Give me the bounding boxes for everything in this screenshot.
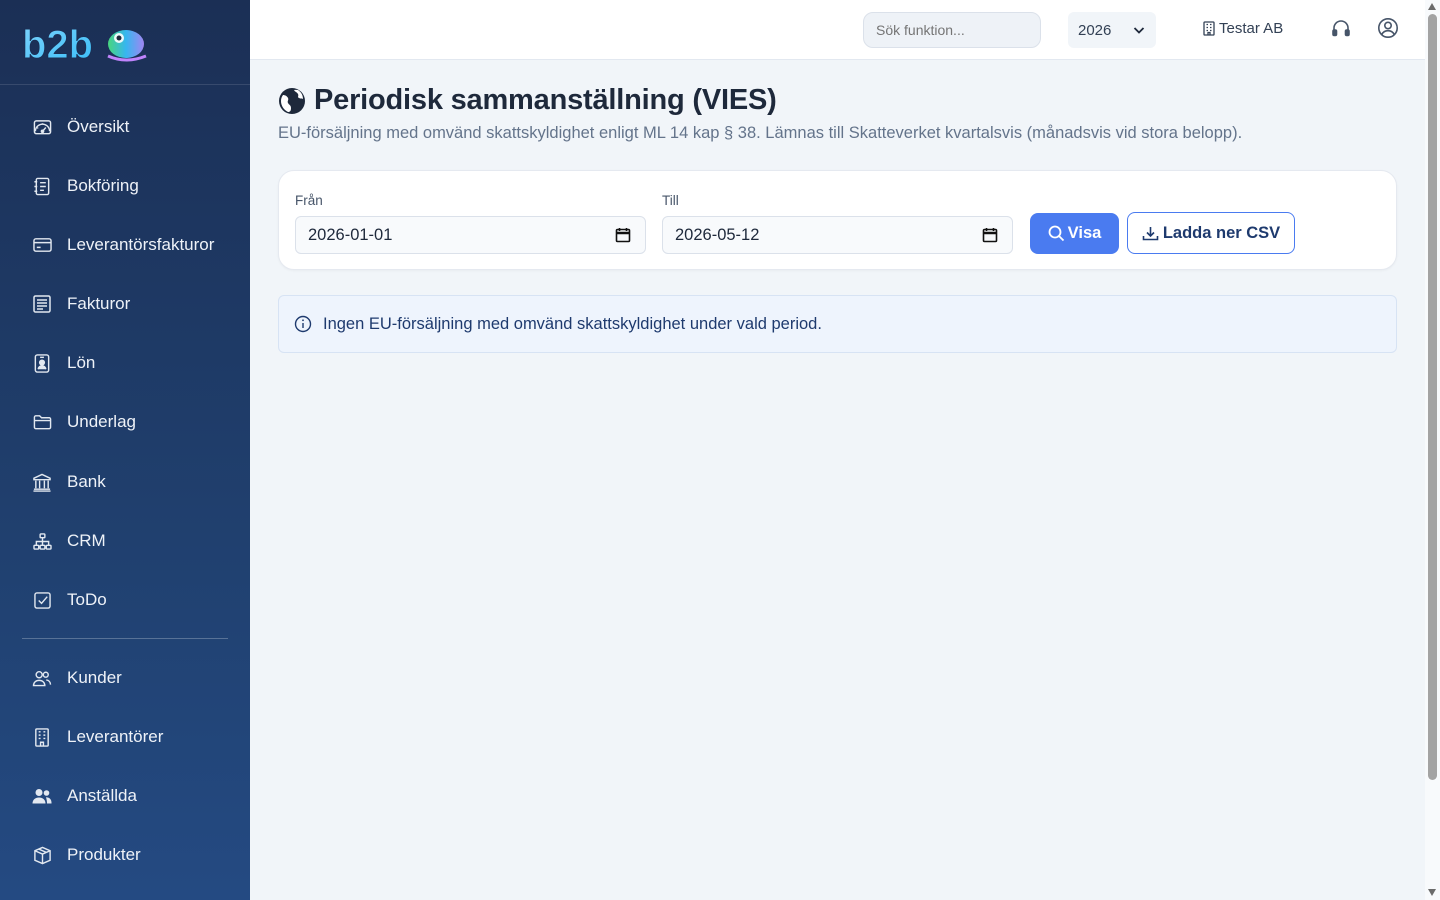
- sidebar-item-produkter[interactable]: Produkter: [0, 833, 250, 877]
- sidebar-item-label: Leverantörsfakturor: [67, 235, 215, 254]
- svg-text:b2b: b2b: [22, 23, 93, 64]
- headset-icon[interactable]: [1330, 18, 1352, 40]
- company-name: Testar AB: [1219, 20, 1284, 37]
- to-date-value: 2026-05-12: [675, 226, 760, 244]
- sidebar-item-label: CRM: [67, 531, 106, 550]
- chevron-down-icon: [1133, 27, 1145, 34]
- box-icon: [32, 845, 52, 865]
- people-fill-icon: [32, 786, 52, 806]
- dashboard-gauge-icon: [32, 117, 52, 137]
- sidebar-item-label: Översikt: [67, 117, 130, 136]
- sidebar-item-label: Produkter: [67, 845, 141, 864]
- from-date-input[interactable]: 2026-01-01: [295, 216, 646, 254]
- sidebar-item-bank[interactable]: Bank: [0, 460, 250, 504]
- sidebar-item-label: Leverantörer: [67, 727, 164, 746]
- sidebar-item-label: Lön: [67, 353, 96, 372]
- sidebar-item-label: Underlag: [67, 412, 136, 431]
- page-header: Periodisk sammanställning (VIES): [278, 84, 777, 117]
- building-icon: [1203, 21, 1215, 36]
- person-badge-icon: [32, 353, 52, 373]
- sidebar-item-oversikt[interactable]: Översikt: [0, 105, 250, 149]
- globe-icon: [279, 87, 305, 114]
- calendar-icon[interactable]: [615, 227, 631, 243]
- sidebar-item-lon[interactable]: Lön: [0, 341, 250, 385]
- check-square-icon: [32, 590, 52, 610]
- sidebar: b2b Översikt Bokföring Leverantörsfaktur…: [0, 0, 250, 900]
- scroll-thumb[interactable]: [1428, 14, 1437, 780]
- year-select[interactable]: 2026: [1068, 12, 1156, 48]
- sidebar-item-label: Bokföring: [67, 176, 139, 195]
- sidebar-item-crm[interactable]: CRM: [0, 519, 250, 563]
- download-icon: [1142, 226, 1159, 240]
- to-date-label: Till: [662, 193, 679, 208]
- show-button-label: Visa: [1067, 224, 1102, 242]
- to-date-input[interactable]: 2026-05-12: [662, 216, 1013, 254]
- sidebar-item-leverantorsfakturor[interactable]: Leverantörsfakturor: [0, 223, 250, 267]
- company-switcher[interactable]: Testar AB: [1203, 20, 1283, 37]
- topbar: 2026 Testar AB: [250, 0, 1425, 60]
- page-title: Periodisk sammanställning (VIES): [314, 84, 777, 116]
- sidebar-item-bokforing[interactable]: Bokföring: [0, 164, 250, 208]
- sidebar-item-label: Kunder: [67, 668, 122, 687]
- user-account-icon[interactable]: [1377, 17, 1399, 39]
- sidebar-divider: [22, 638, 228, 639]
- scrollbar[interactable]: [1425, 0, 1440, 900]
- search-icon: [1048, 225, 1064, 242]
- scroll-down-arrow-icon[interactable]: [1428, 889, 1436, 896]
- building-icon: [32, 727, 52, 747]
- logo-area: b2b: [0, 0, 250, 85]
- sidebar-item-anstallda[interactable]: Anställda: [0, 774, 250, 818]
- download-csv-label: Ladda ner CSV: [1162, 223, 1281, 242]
- sidebar-item-label: Bank: [67, 472, 106, 491]
- info-alert: Ingen EU-försäljning med omvänd skattsky…: [278, 295, 1397, 353]
- sidebar-item-todo[interactable]: ToDo: [0, 578, 250, 622]
- invoice-icon: [32, 294, 52, 314]
- sidebar-item-fakturor[interactable]: Fakturor: [0, 282, 250, 326]
- sidebar-item-label: ToDo: [67, 590, 107, 609]
- show-button[interactable]: Visa: [1030, 213, 1119, 254]
- sidebar-item-kunder[interactable]: Kunder: [0, 656, 250, 700]
- people-icon: [32, 668, 52, 688]
- diagram-icon: [32, 531, 52, 551]
- bank-icon: [32, 472, 52, 492]
- journal-icon: [32, 176, 52, 196]
- sidebar-item-underlag[interactable]: Underlag: [0, 400, 250, 444]
- info-circle-icon: [294, 315, 312, 333]
- sidebar-item-label: Anställda: [67, 786, 137, 805]
- page-subtitle: EU-försäljning med omvänd skattskyldighe…: [278, 124, 1243, 142]
- from-date-label: Från: [295, 193, 323, 208]
- scroll-up-arrow-icon[interactable]: [1428, 3, 1436, 10]
- folder-icon: [32, 412, 52, 432]
- credit-card-icon: [32, 235, 52, 255]
- download-csv-button[interactable]: Ladda ner CSV: [1127, 212, 1295, 254]
- search-input[interactable]: [863, 12, 1041, 48]
- brand-logo[interactable]: b2b: [22, 22, 148, 64]
- year-select-value: 2026: [1078, 21, 1112, 39]
- calendar-icon[interactable]: [982, 227, 998, 243]
- sidebar-item-label: Fakturor: [67, 294, 131, 313]
- from-date-value: 2026-01-01: [308, 226, 393, 244]
- filter-card: Från 2026-01-01 Till 2026-05-12 Visa Lad…: [278, 170, 1397, 270]
- sidebar-item-leverantorer[interactable]: Leverantörer: [0, 715, 250, 759]
- info-message: Ingen EU-försäljning med omvänd skattsky…: [323, 314, 822, 333]
